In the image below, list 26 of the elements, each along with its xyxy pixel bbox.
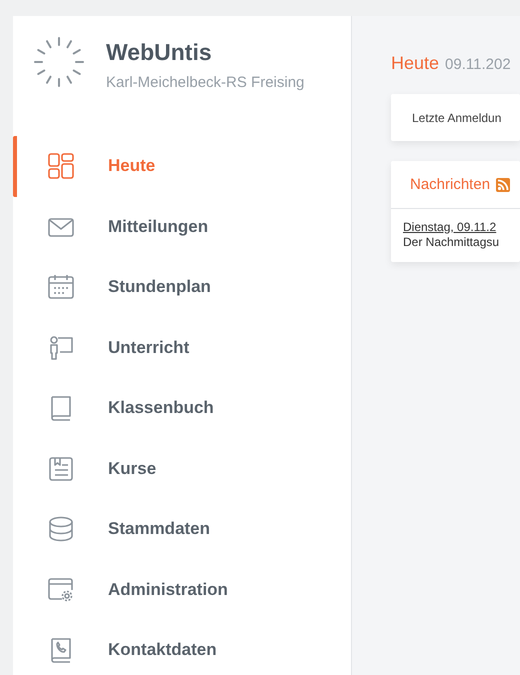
window-gear-icon — [48, 576, 74, 603]
book-icon — [48, 395, 74, 422]
app-title: WebUntis — [106, 39, 213, 65]
nav-item[interactable]: Stammdaten — [13, 499, 351, 560]
nav-item[interactable]: Kurse — [13, 438, 351, 499]
school-name: Karl-Meichelbeck-RS Freising — [106, 74, 304, 92]
database-icon — [48, 516, 74, 542]
news-text: Der Nachmittagsu — [403, 235, 500, 250]
nav-item[interactable]: Kontaktdaten — [13, 620, 351, 675]
calendar-icon — [48, 274, 74, 300]
page-date: 09.11.202 — [445, 56, 511, 73]
nav-item[interactable]: Unterricht — [13, 318, 351, 378]
contact-book-icon — [48, 637, 74, 664]
document-icon — [48, 456, 74, 482]
rss-icon[interactable] — [496, 178, 510, 192]
nav-item[interactable]: Administration — [13, 560, 351, 620]
teacher-board-icon — [48, 334, 74, 361]
last-login-text: Letzte Anmeldun — [412, 110, 502, 124]
news-date-link[interactable]: Dienstag, 09.11.2 — [403, 220, 520, 235]
nav-item[interactable]: Klassenbuch — [13, 378, 351, 438]
nav-item[interactable]: Mitteilungen — [13, 196, 351, 257]
news-title: Nachrichten — [410, 176, 490, 193]
logo-icon — [32, 34, 86, 90]
grid-icon — [48, 153, 74, 180]
page-title: Heute — [391, 53, 440, 74]
nav-item[interactable]: Stundenplan — [13, 257, 351, 318]
